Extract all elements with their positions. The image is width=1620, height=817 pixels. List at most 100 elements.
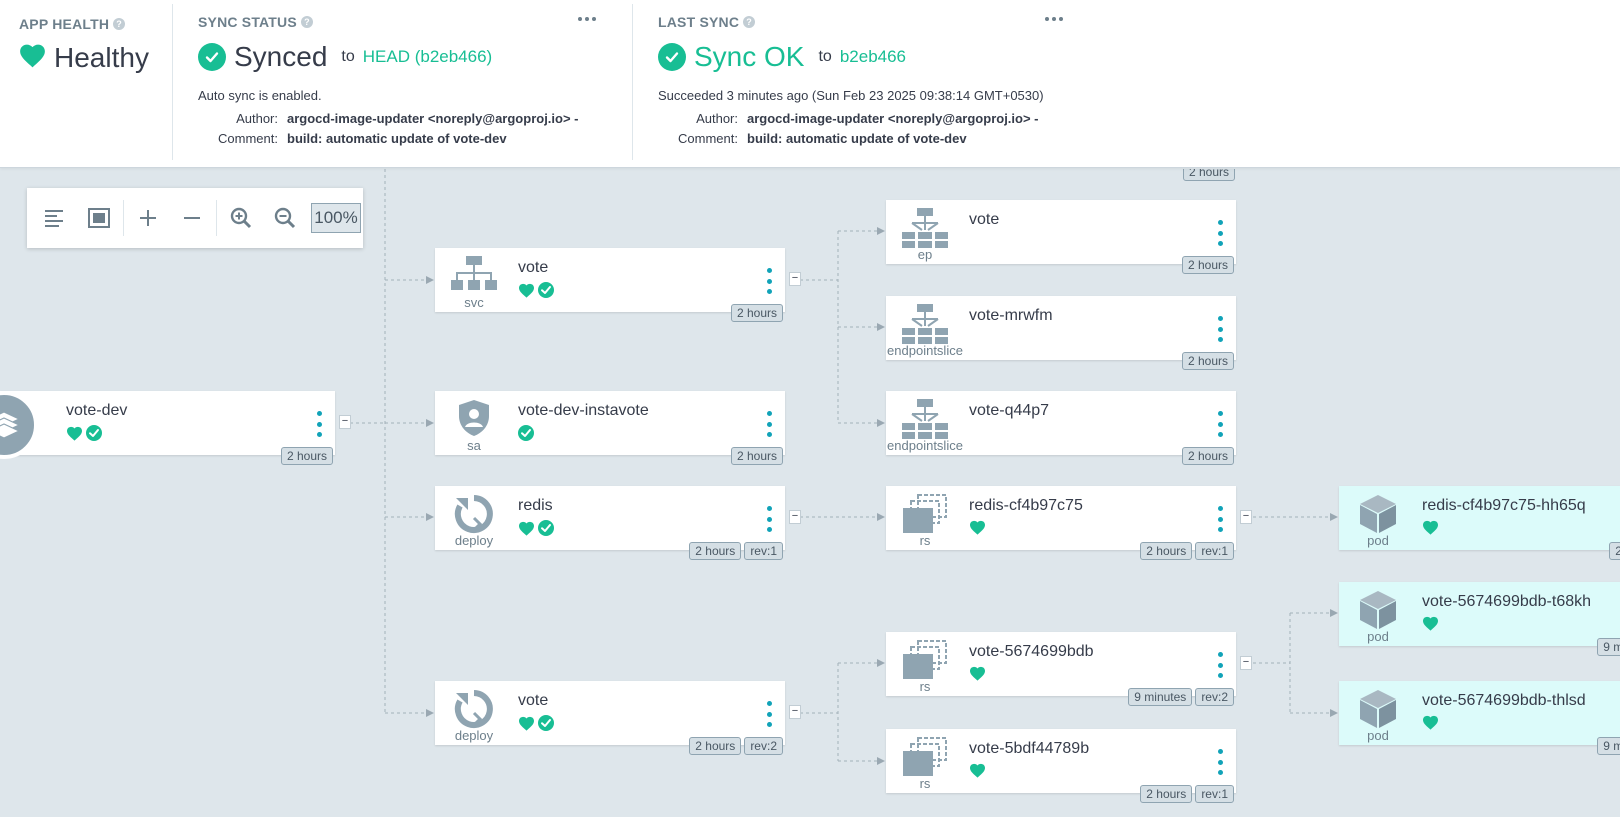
resource-node-sa[interactable]: sa vote-dev-instavote 2 hours xyxy=(435,391,785,465)
sync-status-panel: SYNC STATUS ? Synced to HEAD (b2eb466) A… xyxy=(198,4,608,160)
collapse-all-icon[interactable] xyxy=(170,196,214,240)
age-tag: 2 hours xyxy=(1181,447,1234,465)
node-menu-icon[interactable] xyxy=(763,506,775,532)
resource-name: vote-5674699bdb-t68kh xyxy=(1422,593,1592,610)
resource-kind: pod xyxy=(1367,728,1389,743)
author-value: argocd-image-updater <noreply@argoproj.i… xyxy=(747,111,1039,126)
node-tags: 2 hours xyxy=(1181,352,1234,370)
resource-node-pod-redis[interactable]: pod redis-cf4b97c75-hh65q 2 hoursru xyxy=(1339,486,1620,560)
resource-node-svc[interactable]: svc vote 2 hours − xyxy=(435,248,801,322)
resource-status xyxy=(518,425,534,446)
help-icon[interactable]: ? xyxy=(300,16,313,28)
author-label: Author: xyxy=(236,111,278,126)
resource-node-rs-vote-new[interactable]: rs vote-5674699bdb 9 minutes rev:2 − xyxy=(886,632,1252,706)
resource-node-rs-vote-old[interactable]: rs vote-5bdf44789b 2 hours rev:1 xyxy=(886,729,1236,803)
node-tags: 2 hours rev:1 xyxy=(1140,542,1234,560)
resource-kind: pod xyxy=(1367,533,1389,548)
heart-icon xyxy=(969,763,986,783)
node-menu-icon[interactable] xyxy=(1214,652,1226,678)
last-sync-revision-link[interactable]: b2eb466 xyxy=(840,47,906,67)
resource-status xyxy=(518,520,554,541)
resource-name: redis-cf4b97c75-hh65q xyxy=(1422,497,1586,514)
comment-value: build: automatic update of vote-dev xyxy=(287,131,507,146)
node-menu-icon[interactable] xyxy=(763,268,775,294)
resource-node-deploy-vote[interactable]: deploy vote 2 hours rev:2 − xyxy=(435,681,801,755)
node-tags: 2 hours xyxy=(1181,447,1234,465)
sync-revision-link[interactable]: HEAD (b2eb466) xyxy=(363,47,492,67)
resource-kind: ep xyxy=(917,247,933,262)
resource-kind: rs xyxy=(919,776,931,791)
resource-node-pod-vote2[interactable]: pod vote-5674699bdb-thlsd 9 minutesru xyxy=(1339,681,1620,755)
resource-node-deploy-redis[interactable]: deploy redis 2 hours rev:1 − xyxy=(435,486,801,560)
sync-comment-row: Comment: build: automatic update of vote… xyxy=(198,131,507,146)
app-health-title: APP HEALTH xyxy=(19,16,110,32)
age-tag: 2 hours xyxy=(689,737,742,755)
resource-name: vote-dev xyxy=(66,402,128,419)
sync-status-more-icon[interactable] xyxy=(576,12,598,26)
resource-name: vote xyxy=(518,692,549,709)
collapse-node-button[interactable]: − xyxy=(789,272,801,286)
zoom-in-icon[interactable] xyxy=(219,196,263,240)
help-icon[interactable]: ? xyxy=(113,18,126,30)
collapse-node-button[interactable]: − xyxy=(1240,510,1252,524)
auto-sync-text: Auto sync is enabled. xyxy=(198,88,322,103)
resource-name: vote-dev-instavote xyxy=(518,402,649,419)
comment-label: Comment: xyxy=(218,131,278,146)
node-menu-icon[interactable] xyxy=(763,411,775,437)
sync-author-row: Author: argocd-image-updater <noreply@ar… xyxy=(198,111,578,126)
zoom-out-icon[interactable] xyxy=(263,196,307,240)
collapse-node-button[interactable]: − xyxy=(789,705,801,719)
resource-name: redis-cf4b97c75 xyxy=(969,497,1083,514)
collapse-node-button[interactable]: − xyxy=(339,415,351,429)
node-menu-icon[interactable] xyxy=(1214,749,1226,775)
fit-screen-icon[interactable] xyxy=(77,196,121,240)
node-tags: 2 hours xyxy=(1181,256,1234,274)
collapse-node-button[interactable]: − xyxy=(1240,656,1252,670)
node-menu-icon[interactable] xyxy=(763,701,775,727)
node-menu-icon[interactable] xyxy=(313,411,325,437)
heart-icon xyxy=(969,666,986,686)
help-icon[interactable]: ? xyxy=(743,16,756,28)
resource-node-ep[interactable]: ep vote 2 hours xyxy=(886,200,1236,274)
node-menu-icon[interactable] xyxy=(1214,220,1226,246)
collapse-node-button[interactable]: − xyxy=(789,510,801,524)
check-circle-icon xyxy=(86,425,102,446)
resource-status xyxy=(969,520,986,540)
resource-status xyxy=(1422,616,1439,636)
resource-name: redis xyxy=(518,497,553,514)
node-menu-icon[interactable] xyxy=(1214,506,1226,532)
resource-node-rs-redis[interactable]: rs redis-cf4b97c75 2 hours rev:1 − xyxy=(886,486,1252,560)
node-menu-icon[interactable] xyxy=(1214,316,1226,342)
resource-status xyxy=(66,425,102,446)
revision-tag: rev:1 xyxy=(744,542,783,560)
resource-status xyxy=(969,666,986,686)
to-label: to xyxy=(341,48,355,65)
age-tag: 2 hours xyxy=(1181,256,1234,274)
node-menu-icon[interactable] xyxy=(1214,411,1226,437)
sync-status-line: Synced to HEAD (b2eb466) xyxy=(198,41,492,73)
list-view-icon[interactable] xyxy=(33,196,77,240)
expand-all-icon[interactable] xyxy=(126,196,170,240)
to-label: to xyxy=(818,48,832,65)
revision-tag: rev:1 xyxy=(1195,542,1234,560)
author-label: Author: xyxy=(696,111,738,126)
graph-toolbar: 100% xyxy=(27,188,363,248)
resource-node-pod-vote1[interactable]: pod vote-5674699bdb-t68kh 9 minutesru xyxy=(1339,582,1620,656)
node-tags: 2 hoursru xyxy=(1609,542,1620,560)
resource-node-eps2[interactable]: endpointslice vote-q44p7 2 hours xyxy=(886,391,1236,465)
resource-name: vote-q44p7 xyxy=(969,402,1050,419)
heart-icon xyxy=(1422,715,1439,735)
last-sync-panel: LAST SYNC ? Sync OK to b2eb466 Succeeded… xyxy=(658,4,1078,160)
last-sync-more-icon[interactable] xyxy=(1043,12,1065,26)
node-tags: 2 hours xyxy=(280,447,333,465)
resource-node-eps1[interactable]: endpointslice vote-mrwfm 2 hours xyxy=(886,296,1236,370)
resource-kind: svc xyxy=(464,295,484,310)
age-tag: 2 hours xyxy=(1140,785,1193,803)
comment-label: Comment: xyxy=(678,131,738,146)
node-tags: 2 hours xyxy=(730,447,783,465)
resource-kind: sa xyxy=(467,438,481,453)
resource-name: vote-5674699bdb-thlsd xyxy=(1422,692,1586,709)
resource-kind: pod xyxy=(1367,629,1389,644)
resource-tree-graph[interactable]: 100% 2 hours vote-dev 2 hours − svc vote 2 ho… xyxy=(0,169,1620,817)
resource-node-app[interactable]: vote-dev 2 hours − xyxy=(0,391,351,465)
